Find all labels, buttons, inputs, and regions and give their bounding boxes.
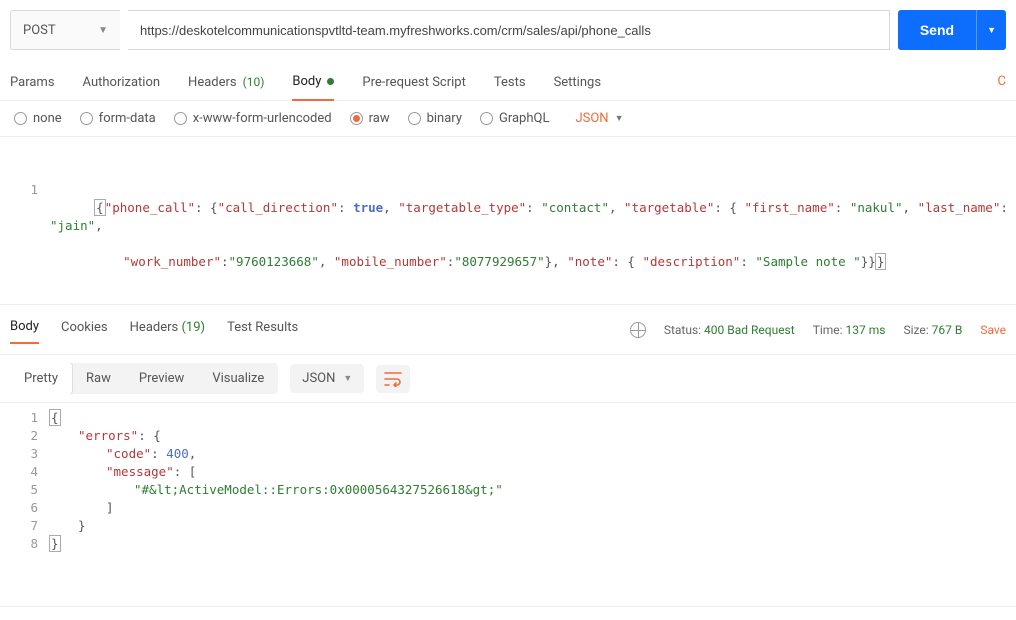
editor-gutter: 1 <box>0 145 50 296</box>
response-body-editor[interactable]: 1 2 3 4 5 6 7 8 { "errors": { "code": 40… <box>0 403 1016 559</box>
response-format-select[interactable]: JSON▼ <box>290 364 364 393</box>
wrap-icon <box>384 371 402 387</box>
time-block: Time: 137 ms <box>813 323 886 337</box>
resp-tab-testresults[interactable]: Test Results <box>227 316 298 343</box>
caret-down-icon: ▼ <box>98 25 108 36</box>
response-gutter: 1 2 3 4 5 6 7 8 <box>0 409 50 553</box>
globe-icon[interactable] <box>630 322 646 338</box>
save-response-button[interactable]: Save <box>980 323 1006 337</box>
resp-tab-headers[interactable]: Headers (19) <box>130 316 205 343</box>
view-visualize[interactable]: Visualize <box>198 363 278 394</box>
radio-icon <box>14 112 27 125</box>
radio-icon <box>174 112 187 125</box>
http-method-value: POST <box>23 23 56 38</box>
resp-tab-cookies[interactable]: Cookies <box>61 316 108 343</box>
tab-params[interactable]: Params <box>10 66 55 100</box>
radio-icon <box>480 112 493 125</box>
tab-tests[interactable]: Tests <box>494 66 526 100</box>
headers-count: (10) <box>243 75 265 89</box>
cookies-indicator[interactable]: C <box>998 66 1006 100</box>
footer-bar <box>0 606 1016 620</box>
request-body-editor[interactable]: 1 {"phone_call": {"call_direction": true… <box>0 137 1016 305</box>
body-type-none[interactable]: none <box>14 111 62 126</box>
tab-prerequest[interactable]: Pre-request Script <box>362 66 465 100</box>
body-type-binary[interactable]: binary <box>408 111 462 126</box>
status-block: Status: 400 Bad Request <box>664 323 795 337</box>
url-input[interactable] <box>128 10 890 50</box>
send-button[interactable]: Send <box>898 10 976 50</box>
body-type-graphql[interactable]: GraphQL <box>480 111 549 126</box>
body-type-formdata[interactable]: form-data <box>80 111 156 126</box>
body-type-xwww[interactable]: x-www-form-urlencoded <box>174 111 332 126</box>
modified-dot-icon <box>327 78 334 85</box>
resp-headers-count: (19) <box>181 320 205 335</box>
send-button-caret[interactable]: ▼ <box>976 10 1006 50</box>
radio-icon <box>80 112 93 125</box>
radio-selected-icon <box>350 112 363 125</box>
radio-icon <box>408 112 421 125</box>
resp-tab-body[interactable]: Body <box>10 315 39 344</box>
caret-down-icon: ▼ <box>343 373 352 384</box>
http-method-select[interactable]: POST ▼ <box>10 10 120 50</box>
view-pretty[interactable]: Pretty <box>10 363 73 394</box>
caret-down-icon: ▼ <box>615 113 624 124</box>
tab-headers[interactable]: Headers (10) <box>188 66 264 100</box>
body-language-select[interactable]: JSON▼ <box>575 111 623 126</box>
tab-settings[interactable]: Settings <box>554 66 601 100</box>
caret-down-icon: ▼ <box>987 25 996 35</box>
body-type-raw[interactable]: raw <box>350 111 390 126</box>
size-block: Size: 767 B <box>903 323 962 337</box>
wrap-lines-button[interactable] <box>376 365 410 393</box>
tab-body[interactable]: Body <box>292 66 334 101</box>
tab-authorization[interactable]: Authorization <box>83 66 161 100</box>
view-raw[interactable]: Raw <box>72 363 125 394</box>
view-preview[interactable]: Preview <box>125 363 198 394</box>
